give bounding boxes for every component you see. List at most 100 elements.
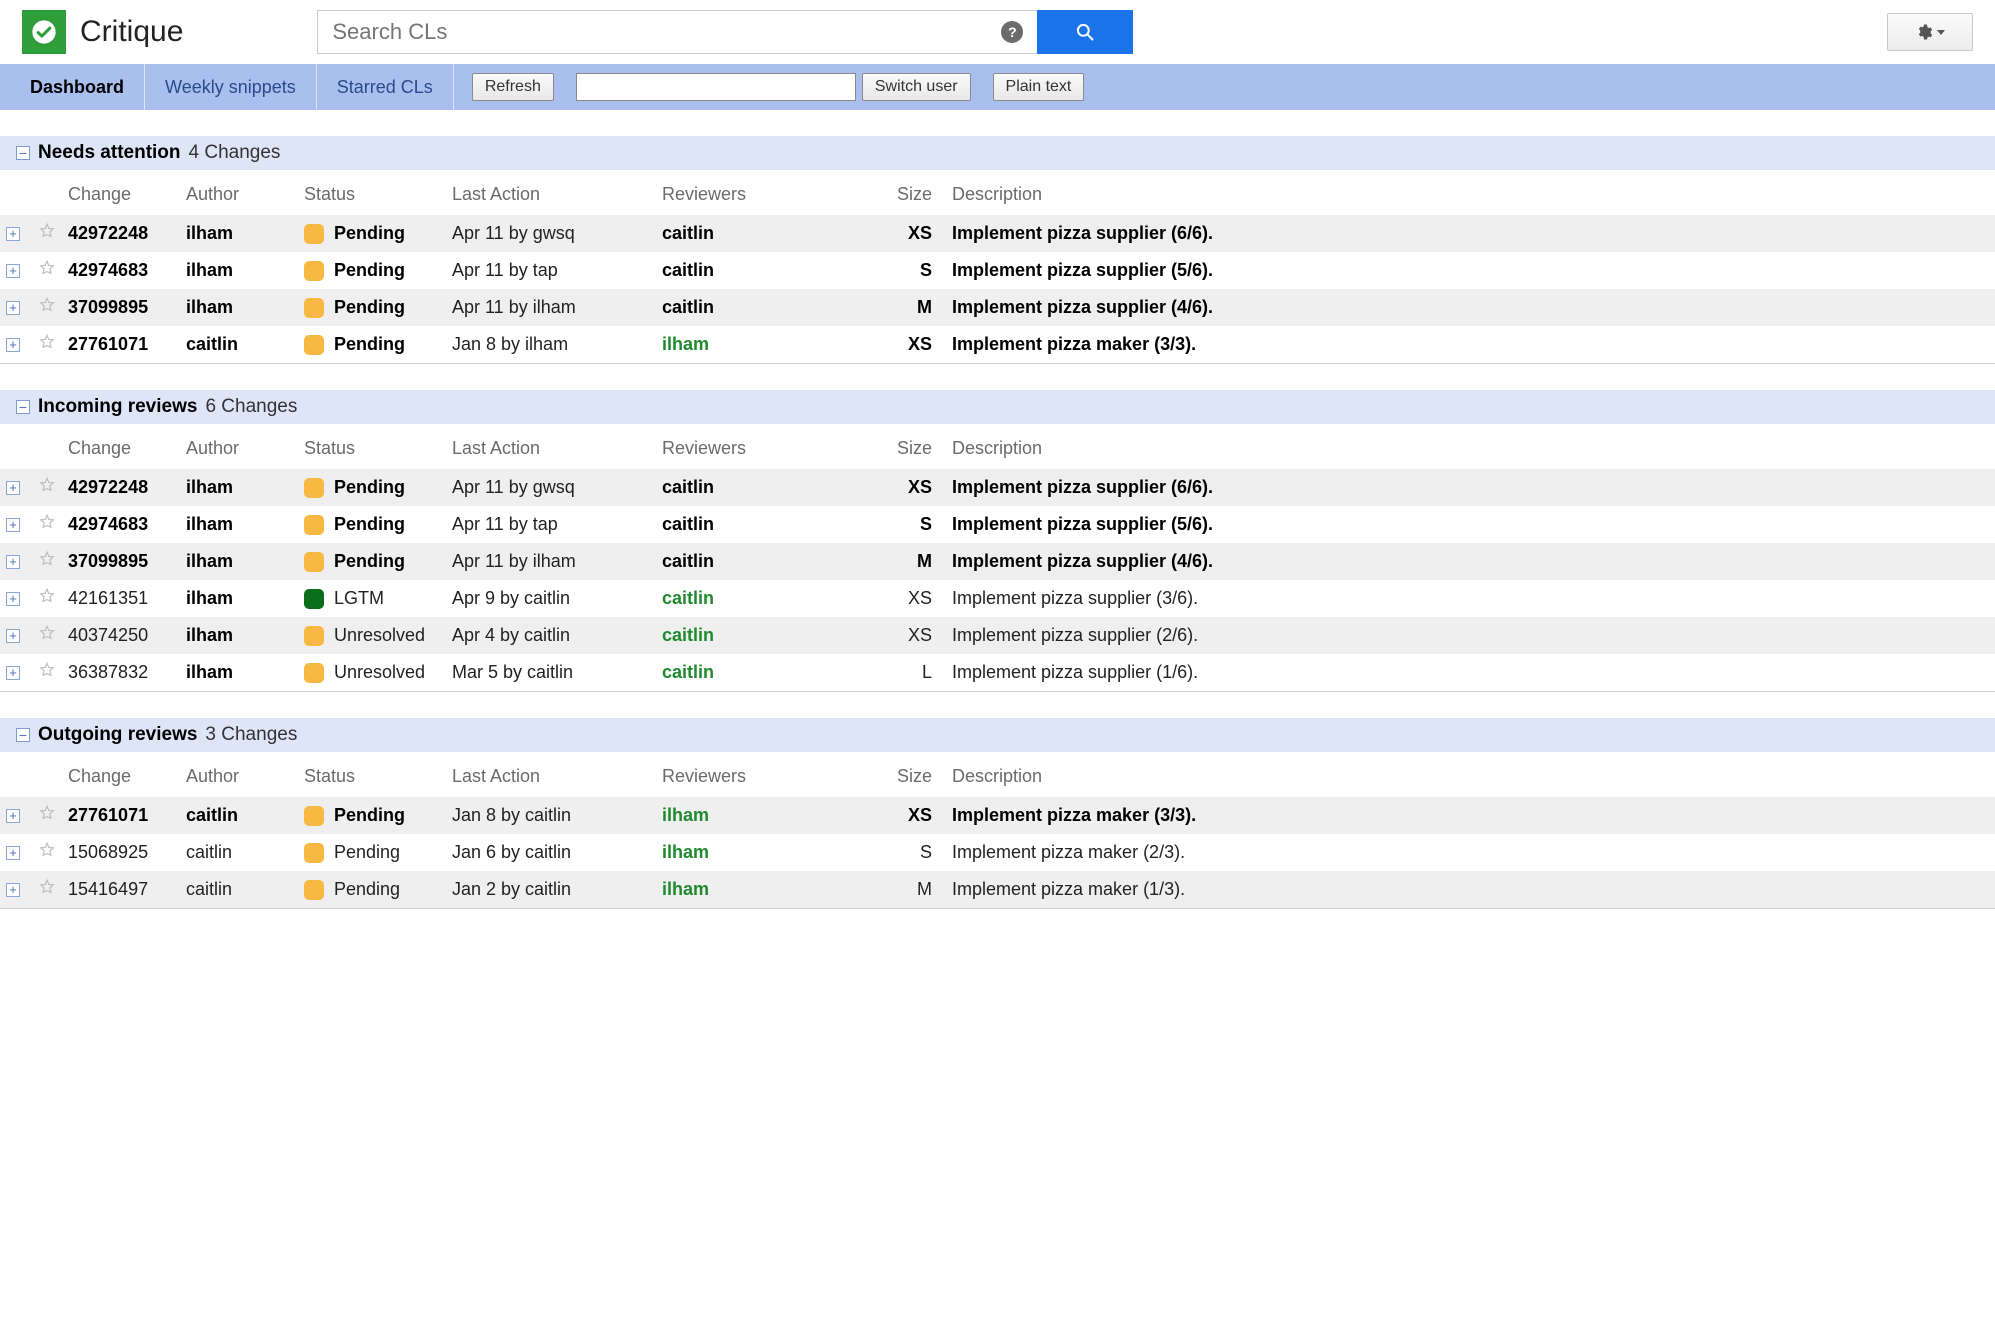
col-change: Change xyxy=(62,752,180,797)
reviewers: ilham xyxy=(656,326,890,363)
change-id[interactable]: 42974683 xyxy=(62,252,180,289)
expand-icon[interactable]: + xyxy=(6,338,20,352)
expand-icon[interactable]: + xyxy=(6,592,20,606)
switch-user-input[interactable] xyxy=(576,73,856,101)
collapse-toggle[interactable]: − xyxy=(16,146,30,160)
search-icon xyxy=(1075,22,1095,42)
nav-weekly-snippets[interactable]: Weekly snippets xyxy=(145,64,317,110)
expand-icon[interactable]: + xyxy=(6,883,20,897)
author: ilham xyxy=(180,215,298,252)
nav-starred-cls[interactable]: Starred CLs xyxy=(317,64,454,110)
description: Implement pizza supplier (6/6). xyxy=(946,469,1995,506)
star-toggle[interactable] xyxy=(38,663,56,683)
collapse-toggle[interactable]: − xyxy=(16,728,30,742)
expand-icon[interactable]: + xyxy=(6,481,20,495)
last-action: Apr 11 by ilham xyxy=(446,289,656,326)
star-toggle[interactable] xyxy=(38,806,56,826)
star-toggle[interactable] xyxy=(38,626,56,646)
change-id[interactable]: 40374250 xyxy=(62,617,180,654)
change-id[interactable]: 42972248 xyxy=(62,469,180,506)
star-toggle[interactable] xyxy=(38,552,56,572)
search-bar: ? xyxy=(317,10,1133,54)
col-last-action: Last Action xyxy=(446,170,656,215)
star-icon xyxy=(38,476,56,494)
change-id[interactable]: 37099895 xyxy=(62,543,180,580)
size: S xyxy=(890,506,946,543)
reviewers: caitlin xyxy=(656,289,890,326)
search-button[interactable] xyxy=(1037,10,1133,54)
switch-user-button[interactable]: Switch user xyxy=(862,73,971,101)
col-description: Description xyxy=(946,170,1995,215)
star-toggle[interactable] xyxy=(38,298,56,318)
plain-text-button[interactable]: Plain text xyxy=(993,73,1085,101)
reviewers: caitlin xyxy=(656,580,890,617)
change-id[interactable]: 42972248 xyxy=(62,215,180,252)
table-row[interactable]: +27761071caitlinPendingJan 8 by ilhamilh… xyxy=(0,326,1995,363)
header: Critique ? xyxy=(0,0,1995,64)
author: ilham xyxy=(180,506,298,543)
settings-button[interactable] xyxy=(1887,13,1973,51)
nav-dashboard[interactable]: Dashboard xyxy=(10,64,145,110)
size: XS xyxy=(890,326,946,363)
expand-icon[interactable]: + xyxy=(6,301,20,315)
change-id[interactable]: 42974683 xyxy=(62,506,180,543)
refresh-button[interactable]: Refresh xyxy=(472,73,554,101)
change-id[interactable]: 15068925 xyxy=(62,834,180,871)
collapse-toggle[interactable]: − xyxy=(16,400,30,414)
expand-icon[interactable]: + xyxy=(6,555,20,569)
table-row[interactable]: +27761071caitlinPendingJan 8 by caitlini… xyxy=(0,797,1995,834)
change-id[interactable]: 27761071 xyxy=(62,797,180,834)
cl-table: ChangeAuthorStatusLast ActionReviewersSi… xyxy=(0,752,1995,908)
description: Implement pizza maker (2/3). xyxy=(946,834,1995,871)
change-id[interactable]: 36387832 xyxy=(62,654,180,691)
table-row[interactable]: +42974683ilhamPendingApr 11 by tapcaitli… xyxy=(0,506,1995,543)
status-chip xyxy=(304,478,324,498)
table-row[interactable]: +15068925caitlinPendingJan 6 by caitlini… xyxy=(0,834,1995,871)
reviewers: caitlin xyxy=(656,215,890,252)
star-toggle[interactable] xyxy=(38,843,56,863)
status: Pending xyxy=(298,797,446,834)
expand-icon[interactable]: + xyxy=(6,518,20,532)
description: Implement pizza supplier (6/6). xyxy=(946,215,1995,252)
star-toggle[interactable] xyxy=(38,515,56,535)
star-toggle[interactable] xyxy=(38,335,56,355)
table-row[interactable]: +37099895ilhamPendingApr 11 by ilhamcait… xyxy=(0,543,1995,580)
change-id[interactable]: 42161351 xyxy=(62,580,180,617)
star-toggle[interactable] xyxy=(38,589,56,609)
col-reviewers: Reviewers xyxy=(656,752,890,797)
star-toggle[interactable] xyxy=(38,478,56,498)
table-row[interactable]: +42972248ilhamPendingApr 11 by gwsqcaitl… xyxy=(0,469,1995,506)
table-row[interactable]: +42974683ilhamPendingApr 11 by tapcaitli… xyxy=(0,252,1995,289)
change-id[interactable]: 27761071 xyxy=(62,326,180,363)
star-icon xyxy=(38,878,56,896)
table-row[interactable]: +37099895ilhamPendingApr 11 by ilhamcait… xyxy=(0,289,1995,326)
table-row[interactable]: +40374250ilhamUnresolvedApr 4 by caitlin… xyxy=(0,617,1995,654)
status-chip xyxy=(304,298,324,318)
change-id[interactable]: 15416497 xyxy=(62,871,180,908)
section-header: −Outgoing reviews 3 Changes xyxy=(0,718,1995,752)
star-toggle[interactable] xyxy=(38,224,56,244)
expand-icon[interactable]: + xyxy=(6,629,20,643)
expand-icon[interactable]: + xyxy=(6,666,20,680)
size: S xyxy=(890,834,946,871)
reviewers: caitlin xyxy=(656,252,890,289)
author: ilham xyxy=(180,617,298,654)
expand-icon[interactable]: + xyxy=(6,264,20,278)
chevron-down-icon xyxy=(1937,30,1945,35)
expand-icon[interactable]: + xyxy=(6,227,20,241)
col-last-action: Last Action xyxy=(446,752,656,797)
description: Implement pizza supplier (3/6). xyxy=(946,580,1995,617)
section-count: 4 Changes xyxy=(189,142,281,164)
search-input[interactable] xyxy=(317,10,1037,54)
star-toggle[interactable] xyxy=(38,261,56,281)
expand-icon[interactable]: + xyxy=(6,809,20,823)
table-row[interactable]: +42972248ilhamPendingApr 11 by gwsqcaitl… xyxy=(0,215,1995,252)
table-row[interactable]: +36387832ilhamUnresolvedMar 5 by caitlin… xyxy=(0,654,1995,691)
star-toggle[interactable] xyxy=(38,880,56,900)
table-row[interactable]: +42161351ilhamLGTMApr 9 by caitlincaitli… xyxy=(0,580,1995,617)
change-id[interactable]: 37099895 xyxy=(62,289,180,326)
reviewers: ilham xyxy=(656,834,890,871)
expand-icon[interactable]: + xyxy=(6,846,20,860)
status-chip xyxy=(304,589,324,609)
table-row[interactable]: +15416497caitlinPendingJan 2 by caitlini… xyxy=(0,871,1995,908)
